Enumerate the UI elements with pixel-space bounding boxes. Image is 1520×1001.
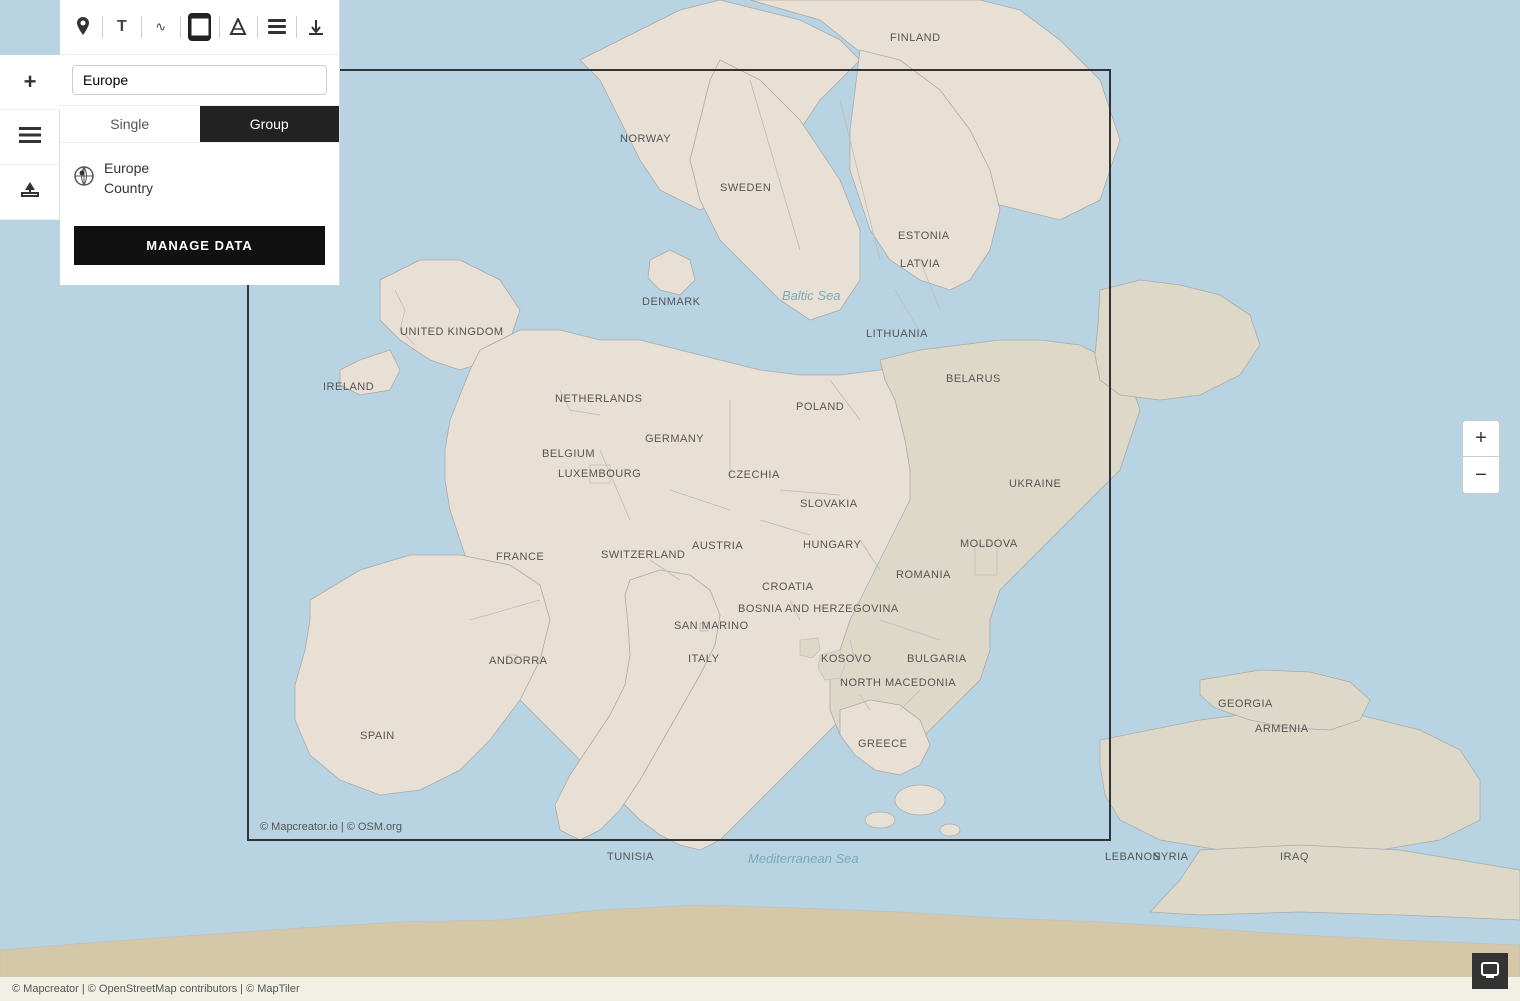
dataset-label-line2: Country	[104, 179, 153, 199]
map-feedback-button[interactable]	[1472, 953, 1508, 989]
text-tool-btn[interactable]: T	[111, 13, 133, 41]
separator-6	[296, 16, 297, 38]
icon-toolbar: T ∿	[60, 0, 339, 55]
bottom-attribution: © Mapcreator | © OpenStreetMap contribut…	[0, 977, 1520, 1001]
dataset-item[interactable]: Europe Country	[60, 143, 339, 214]
download-tool-btn[interactable]	[305, 13, 327, 41]
tab-group[interactable]: Group	[200, 106, 340, 142]
tab-row: Single Group	[60, 106, 339, 143]
separator-1	[102, 16, 103, 38]
chart-tool-btn[interactable]: ∿	[150, 13, 172, 41]
menu-icon	[19, 127, 41, 148]
map-copyright: © Mapcreator.io | © OSM.org	[260, 821, 402, 833]
separator-3	[180, 16, 181, 38]
search-row	[60, 55, 339, 106]
zoom-controls: + −	[1462, 420, 1500, 494]
add-layer-button[interactable]: +	[0, 55, 60, 110]
area-tool-btn[interactable]	[188, 13, 210, 41]
search-input[interactable]	[72, 65, 327, 95]
left-toolbar: +	[0, 55, 60, 220]
layers-tool-btn[interactable]	[266, 13, 288, 41]
dataset-label: Europe Country	[104, 159, 153, 198]
separator-4	[219, 16, 220, 38]
zoom-out-button[interactable]: −	[1463, 457, 1499, 493]
pin-tool-btn[interactable]	[72, 13, 94, 41]
separator-2	[141, 16, 142, 38]
export-icon	[20, 180, 40, 205]
plus-icon: +	[24, 69, 37, 95]
manage-btn-row: MANAGE DATA	[60, 214, 339, 285]
zoom-in-button[interactable]: +	[1463, 421, 1499, 457]
manage-data-button[interactable]: MANAGE DATA	[74, 226, 325, 265]
clip-tool-btn[interactable]	[227, 13, 249, 41]
menu-button[interactable]	[0, 110, 60, 165]
dataset-label-line1: Europe	[104, 159, 153, 179]
export-button[interactable]	[0, 165, 60, 220]
side-panel: T ∿ Single Group	[60, 0, 340, 285]
dataset-icon	[74, 166, 94, 192]
tab-single[interactable]: Single	[60, 106, 200, 142]
separator-5	[257, 16, 258, 38]
